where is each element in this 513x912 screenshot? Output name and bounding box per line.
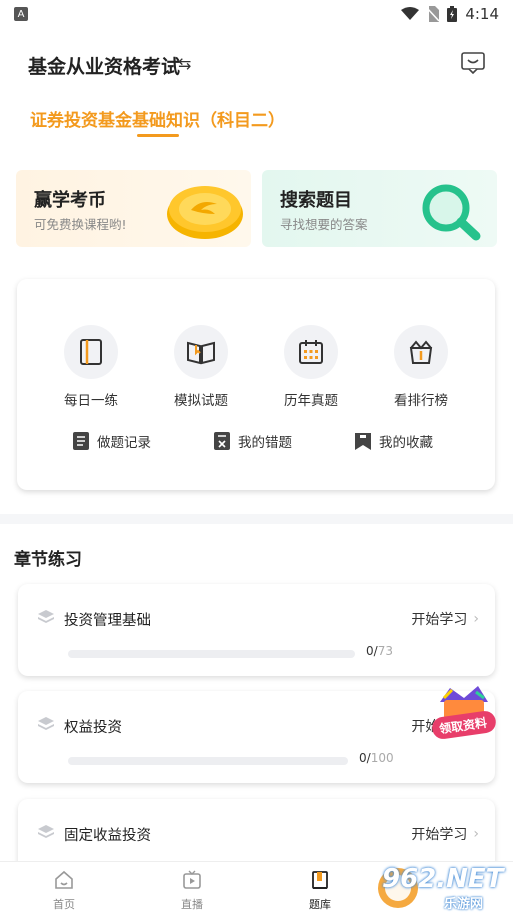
start-learning-label: 开始学习	[411, 612, 468, 628]
site-watermark: 962.NET 乐游网	[372, 862, 513, 912]
bookmark-icon	[355, 433, 371, 450]
daily-practice-label: 每日一练	[64, 393, 118, 409]
earn-coins-subtitle: 可免费换课程哟!	[34, 217, 127, 232]
chapter-card[interactable]: 投资管理基础 开始学习 › 0/73	[18, 584, 495, 676]
chevron-right-icon: ›	[473, 826, 479, 842]
chapter-name: 固定收益投资	[64, 828, 151, 844]
start-learning-button[interactable]: 开始学习 ›	[411, 609, 479, 629]
start-learning-label: 开始学习	[411, 827, 468, 843]
battery-charging-icon	[447, 6, 458, 22]
daily-practice-icon-bg	[64, 325, 118, 379]
home-icon	[55, 870, 73, 889]
mock-exam-button[interactable]: 模拟试题	[156, 325, 246, 409]
favorites-link[interactable]: 我的收藏	[355, 431, 433, 451]
header: 基金从业资格考试 ⇆	[0, 44, 513, 84]
chapter-total-count: 100	[370, 751, 394, 765]
tab-home[interactable]: 首页	[34, 870, 94, 912]
subject-tab-indicator	[137, 134, 179, 137]
favorites-label: 我的收藏	[379, 435, 433, 451]
practice-record-link[interactable]: 做题记录	[73, 431, 151, 451]
leaderboard-label: 看排行榜	[394, 393, 448, 409]
chapter-practice-title: 章节练习	[14, 550, 82, 570]
chapter-progress-bar	[68, 650, 355, 658]
watermark-text: 962.NET	[382, 864, 504, 894]
section-divider	[0, 514, 513, 524]
tab-live-label: 直播	[181, 898, 203, 911]
calendar-icon	[299, 340, 323, 364]
mock-exam-label: 模拟试题	[174, 393, 228, 409]
exam-title[interactable]: 基金从业资格考试	[28, 52, 180, 79]
tab-question-bank-label: 题库	[309, 898, 331, 911]
chapter-done-count: 0	[366, 644, 374, 658]
daily-practice-button[interactable]: 每日一练	[46, 325, 136, 409]
message-icon[interactable]	[461, 52, 485, 74]
wrong-questions-link[interactable]: 我的错题	[214, 431, 292, 451]
wifi-icon	[401, 7, 420, 20]
layers-icon	[38, 610, 54, 623]
tab-home-label: 首页	[53, 898, 75, 911]
chapter-progress-count: 0/73	[366, 644, 393, 658]
app-notification-icon: A	[14, 7, 28, 21]
layers-icon	[38, 825, 54, 838]
open-book-icon	[187, 341, 215, 365]
chapter-progress-bar	[68, 757, 348, 765]
magnifier-icon	[422, 184, 481, 241]
wrong-questions-label: 我的错题	[238, 435, 292, 451]
chapter-name: 权益投资	[64, 720, 122, 736]
status-time: 4:14	[465, 5, 499, 23]
chapter-done-count: 0	[359, 751, 367, 765]
chapter-card[interactable]: 权益投资 开始学习› 0/100	[18, 691, 495, 783]
ranking-icon	[409, 340, 433, 364]
chevron-right-icon: ›	[473, 611, 479, 627]
earn-coins-card[interactable]: 赢学考币 可免费换课程哟!	[16, 170, 251, 247]
gold-coin-icon	[167, 186, 243, 239]
layers-icon	[38, 717, 54, 730]
wrong-question-icon	[214, 432, 230, 450]
mock-exam-icon-bg	[174, 325, 228, 379]
past-exams-button[interactable]: 历年真题	[266, 325, 356, 409]
past-exams-label: 历年真题	[284, 393, 338, 409]
notebook-icon	[80, 339, 102, 365]
search-questions-title: 搜索题目	[280, 190, 352, 211]
practice-tools-card: 每日一练 模拟试题 历年真题 看排行榜 做题记录 我的错题 我的收藏	[17, 279, 495, 490]
chapter-name: 投资管理基础	[64, 613, 151, 629]
past-exams-icon-bg	[284, 325, 338, 379]
watermark-sub: 乐游网	[444, 897, 484, 912]
no-sim-icon	[427, 6, 440, 22]
chapter-progress-count: 0/100	[359, 751, 394, 765]
live-tv-icon	[183, 870, 201, 889]
status-bar: A 4:14	[0, 0, 513, 28]
get-materials-badge[interactable]: 领取资料	[430, 684, 498, 750]
question-bank-icon	[312, 871, 328, 889]
switch-exam-icon[interactable]: ⇆	[178, 54, 191, 73]
leaderboard-icon-bg	[394, 325, 448, 379]
search-questions-card[interactable]: 搜索题目 寻找想要的答案	[262, 170, 497, 247]
start-learning-button[interactable]: 开始学习 ›	[411, 824, 479, 844]
leaderboard-button[interactable]: 看排行榜	[376, 325, 466, 409]
practice-record-label: 做题记录	[97, 435, 151, 451]
earn-coins-title: 赢学考币	[34, 190, 106, 211]
record-icon	[73, 432, 89, 450]
tab-question-bank[interactable]: 题库	[290, 870, 350, 912]
tab-live[interactable]: 直播	[162, 870, 222, 912]
search-questions-subtitle: 寻找想要的答案	[280, 217, 368, 232]
subject-tab[interactable]: 证券投资基金基础知识（科目二）	[30, 106, 285, 131]
chapter-total-count: 73	[377, 644, 393, 658]
